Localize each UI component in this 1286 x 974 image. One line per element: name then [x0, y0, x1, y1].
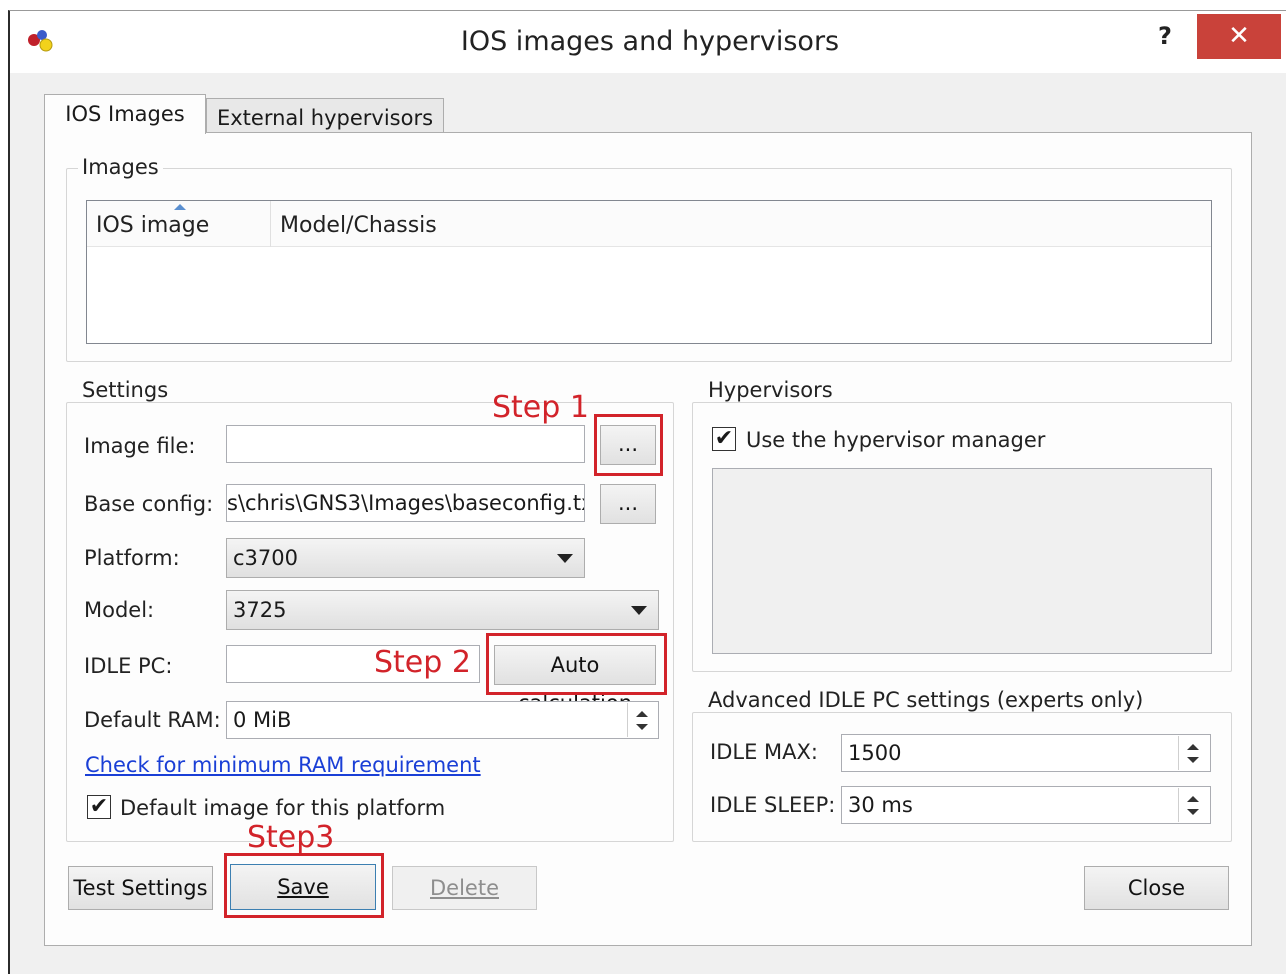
delete-button[interactable]: Delete	[392, 866, 537, 910]
test-settings-button[interactable]: Test Settings	[68, 866, 213, 910]
advanced-idle-pc-group-title: Advanced IDLE PC settings (experts only)	[704, 688, 1148, 712]
spin-down-icon[interactable]	[1187, 757, 1199, 763]
base-config-label: Base config:	[84, 492, 214, 516]
idle-sleep-spin-buttons[interactable]	[1178, 788, 1206, 822]
chevron-down-icon	[557, 554, 573, 563]
base-config-input[interactable]: s\chris\GNS3\Images\baseconfig.txt	[226, 484, 585, 522]
base-config-browse-button[interactable]: ...	[600, 484, 656, 524]
platform-select-value: c3700	[233, 546, 298, 570]
step2-annotation: Step 2	[374, 645, 471, 680]
idle-max-spinbox[interactable]: 1500	[841, 734, 1211, 772]
step3-highlight-box	[224, 853, 384, 918]
idle-max-value: 1500	[848, 741, 902, 765]
tab-ios-images[interactable]: IOS Images	[44, 94, 206, 134]
spin-down-icon[interactable]	[1187, 809, 1199, 815]
images-group-title: Images	[78, 155, 163, 179]
images-table[interactable]: IOS image Model/Chassis	[86, 200, 1212, 344]
step1-highlight-box	[594, 414, 663, 476]
table-header	[87, 201, 1211, 247]
default-ram-spinbox[interactable]: 0 MiB	[226, 701, 659, 739]
image-file-label: Image file:	[84, 434, 196, 458]
image-file-input[interactable]	[226, 425, 585, 463]
tab-external-hypervisors[interactable]: External hypervisors	[206, 98, 444, 136]
step1-annotation: Step 1	[492, 390, 589, 425]
idle-max-spin-buttons[interactable]	[1178, 736, 1206, 770]
step3-annotation: Step3	[247, 820, 335, 855]
default-ram-label: Default RAM:	[84, 708, 221, 732]
ram-requirement-link[interactable]: Check for minimum RAM requirement	[85, 753, 481, 777]
window-close-button[interactable]: ✕	[1197, 14, 1281, 59]
spin-up-icon[interactable]	[1187, 796, 1199, 802]
idle-max-label: IDLE MAX:	[710, 740, 818, 764]
idle-sleep-value: 30 ms	[848, 793, 913, 817]
ram-spin-buttons[interactable]	[627, 703, 655, 737]
help-button[interactable]: ?	[1150, 22, 1180, 50]
model-select-value: 3725	[233, 598, 287, 622]
close-button[interactable]: Close	[1084, 866, 1229, 910]
settings-group-title: Settings	[78, 378, 173, 402]
hypervisors-list[interactable]	[712, 468, 1212, 654]
window-title: IOS images and hypervisors	[460, 26, 840, 57]
model-label: Model:	[84, 598, 155, 622]
idle-sleep-label: IDLE SLEEP:	[710, 793, 836, 817]
column-header-ios-image[interactable]: IOS image	[96, 213, 209, 238]
chevron-down-icon	[631, 606, 647, 615]
idle-sleep-spinbox[interactable]: 30 ms	[841, 786, 1211, 824]
platform-label: Platform:	[84, 546, 180, 570]
hypervisors-group-title: Hypervisors	[704, 378, 837, 402]
spin-up-icon[interactable]	[636, 711, 648, 717]
step2-highlight-box	[486, 633, 667, 695]
default-image-label: Default image for this platform	[120, 796, 446, 820]
column-divider	[270, 201, 271, 247]
use-hypervisor-manager-checkbox[interactable]: ✔	[712, 427, 736, 451]
model-select[interactable]: 3725	[226, 590, 659, 630]
default-ram-value: 0 MiB	[233, 708, 292, 732]
spin-down-icon[interactable]	[636, 724, 648, 730]
spin-up-icon[interactable]	[1187, 744, 1199, 750]
default-image-checkbox[interactable]: ✔	[87, 795, 111, 819]
sort-ascending-icon	[174, 204, 186, 210]
use-hypervisor-manager-label: Use the hypervisor manager	[746, 428, 1046, 452]
platform-select[interactable]: c3700	[226, 538, 585, 578]
column-header-model-chassis[interactable]: Model/Chassis	[280, 213, 437, 238]
idle-pc-label: IDLE PC:	[84, 654, 173, 678]
